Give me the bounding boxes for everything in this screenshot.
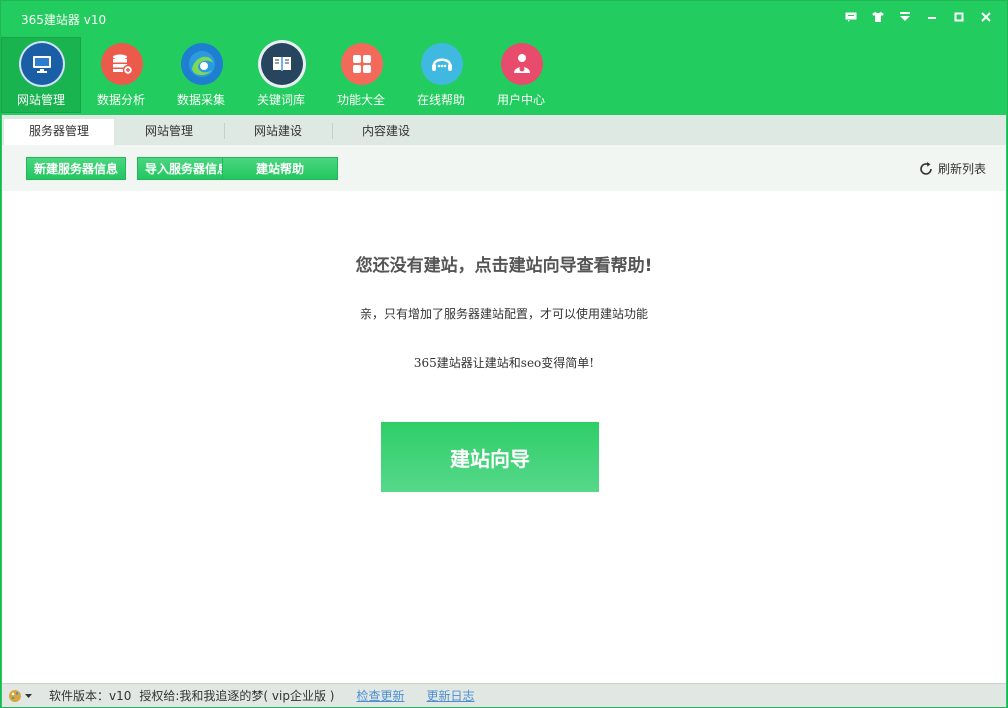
user-icon — [501, 43, 543, 85]
version-text: 软件版本：v10 — [49, 689, 132, 703]
maximize-icon[interactable] — [945, 7, 972, 27]
refresh-label: 刷新列表 — [937, 162, 986, 176]
refresh-list-button[interactable]: 刷新列表 — [918, 160, 986, 177]
message-icon[interactable] — [837, 7, 864, 27]
browser-icon — [181, 43, 223, 85]
license-text: 授权给:我和我追逐的梦( vip企业版 ) — [139, 689, 335, 703]
window-title: 365建站器 v10 — [21, 13, 107, 27]
title-bar: 365建站器 v10 — [1, 1, 1007, 37]
dropdown-arrow-icon — [25, 693, 32, 698]
tool-label: 数据分析 — [96, 93, 145, 107]
tool-data-collection[interactable]: 数据采集 — [161, 37, 241, 113]
sub-tabs: 服务器管理 网站管理 网站建设 内容建设 — [2, 115, 1006, 145]
headset-icon — [421, 43, 463, 85]
check-update-link[interactable]: 检查更新 — [356, 687, 404, 704]
tab-site-management[interactable]: 网站管理 — [114, 119, 224, 145]
site-help-button[interactable]: 建站帮助 — [222, 157, 338, 180]
refresh-icon — [920, 161, 932, 175]
action-bar: 新建服务器信息 导入服务器信息 建站帮助 刷新列表 — [2, 145, 1006, 191]
tool-label: 网站管理 — [16, 93, 65, 107]
tool-label: 在线帮助 — [416, 93, 465, 107]
changelog-link[interactable]: 更新日志 — [426, 687, 474, 704]
window-controls — [837, 7, 999, 27]
database-icon — [101, 43, 143, 85]
app-window: 365建站器 v10 网站管理 数据分析 数据采集 关键词库 功能大全 在线帮助… — [0, 0, 1008, 708]
new-server-button[interactable]: 新建服务器信息 — [26, 157, 126, 180]
tool-label: 功能大全 — [336, 93, 385, 107]
tool-keyword-library[interactable]: 关键词库 — [241, 37, 321, 113]
tab-site-building[interactable]: 网站建设 — [224, 119, 332, 145]
status-bar: 软件版本：v10 授权给:我和我追逐的梦( vip企业版 ) 检查更新 更新日志 — [2, 683, 1006, 707]
main-panel: 您还没有建站，点击建站向导查看帮助! 亲，只有增加了服务器建站配置，才可以使用建… — [2, 191, 1006, 683]
palette-icon — [9, 689, 21, 702]
skin-icon[interactable] — [864, 7, 891, 27]
grid-icon — [341, 43, 383, 85]
empty-state-slogan: 365建站器让建站和seo变得简单! — [413, 356, 595, 370]
main-toolbar: 网站管理 数据分析 数据采集 关键词库 功能大全 在线帮助 用户中心 — [1, 37, 561, 115]
book-icon — [261, 43, 303, 85]
close-icon[interactable] — [972, 7, 999, 27]
tool-site-management[interactable]: 网站管理 — [1, 37, 81, 113]
tool-all-functions[interactable]: 功能大全 — [321, 37, 401, 113]
empty-state-headline: 您还没有建站，点击建站向导查看帮助! — [355, 256, 653, 276]
tool-online-help[interactable]: 在线帮助 — [401, 37, 481, 113]
tool-label: 用户中心 — [496, 93, 545, 107]
minimize-icon[interactable] — [918, 7, 945, 27]
skin-menu[interactable] — [8, 689, 33, 703]
tab-content-building[interactable]: 内容建设 — [332, 119, 440, 145]
menu-icon[interactable] — [891, 7, 918, 27]
site-wizard-button[interactable]: 建站向导 — [381, 422, 599, 492]
monitor-icon — [21, 43, 63, 85]
tool-data-analysis[interactable]: 数据分析 — [81, 37, 161, 113]
tool-label: 数据采集 — [176, 93, 225, 107]
tab-server-management[interactable]: 服务器管理 — [4, 119, 114, 145]
tool-label: 关键词库 — [256, 93, 305, 107]
empty-state-message: 亲，只有增加了服务器建站配置，才可以使用建站功能 — [359, 307, 648, 321]
tool-user-center[interactable]: 用户中心 — [481, 37, 561, 113]
